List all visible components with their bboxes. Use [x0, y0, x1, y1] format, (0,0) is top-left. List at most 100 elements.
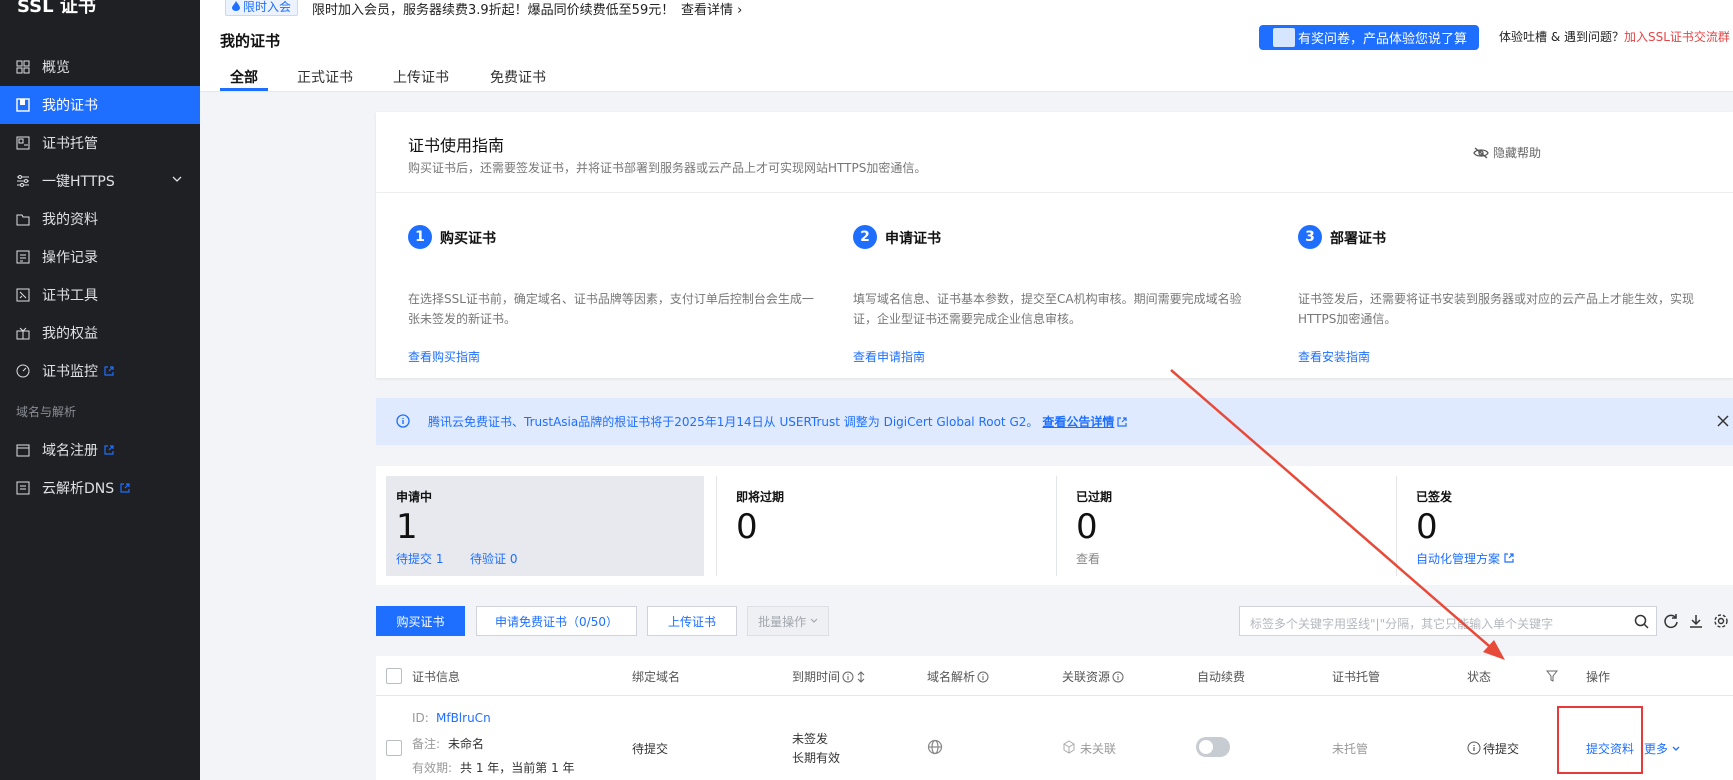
sidebar-item-cert-monitor[interactable]: 证书监控 — [0, 352, 200, 390]
search-input[interactable]: 标签多个关键字用竖线"|"分隔，其它只能输入单个关键字 — [1239, 606, 1657, 636]
sidebar-item-my-materials[interactable]: 我的资料 — [0, 200, 200, 238]
column-header: 证书信息 — [412, 670, 461, 684]
feedback-text: 体验吐槽 & 遇到问题？加入SSL证书交流群 — [1499, 28, 1730, 45]
stat-value: 0 — [1416, 507, 1438, 547]
cert-id-link[interactable]: MfBlruCn — [436, 711, 491, 725]
column-header-label: 关联资源 — [1062, 670, 1111, 684]
stat-divider — [1056, 476, 1057, 576]
sidebar-item-cloud-dns[interactable]: 云解析DNS — [0, 469, 200, 507]
tab-free[interactable]: 免费证书 — [490, 67, 546, 87]
upload-certificate-button[interactable]: 上传证书 — [647, 606, 737, 636]
search-icon[interactable] — [1634, 614, 1649, 629]
tab-official[interactable]: 正式证书 — [297, 67, 353, 87]
batch-operation-label: 批量操作 — [758, 614, 807, 629]
sidebar-item-label: 我的资料 — [42, 212, 98, 228]
buy-certificate-button[interactable]: 购买证书 — [376, 606, 465, 636]
apply-free-certificate-button[interactable]: 申请免费证书（0/50） — [476, 606, 637, 636]
stat-automation-link[interactable]: 自动化管理方案 — [1416, 550, 1514, 567]
stat-label: 即将过期 — [736, 490, 785, 504]
chevron-down-icon — [1672, 746, 1680, 751]
select-all-checkbox[interactable] — [386, 668, 402, 684]
sidebar-item-overview[interactable]: 概览 — [0, 48, 200, 86]
sidebar-item-label: 我的证书 — [42, 98, 98, 114]
column-header-expire[interactable]: 到期时间 — [792, 668, 866, 685]
sidebar-item-my-benefits[interactable]: 我的权益 — [0, 314, 200, 352]
promo-link[interactable]: 查看详情 › — [681, 0, 742, 18]
column-header-dns: 域名解析 — [927, 668, 989, 685]
stat-view-link[interactable]: 查看 — [1076, 550, 1100, 567]
close-icon[interactable] — [1713, 411, 1733, 431]
stat-expired[interactable]: 已过期 0 查看 — [1066, 476, 1384, 576]
hosting-status: 未托管 — [1332, 742, 1369, 756]
step-number: 1 — [408, 225, 432, 249]
stat-pending-verify-link[interactable]: 待验证 0 — [470, 550, 517, 567]
notice-text: 腾讯云免费证书、TrustAsia品牌的根证书将于2025年1月14日从 USE… — [428, 415, 1039, 429]
more-actions-dropdown[interactable]: 更多 — [1644, 740, 1680, 757]
sidebar-section-label: 域名与解析 — [16, 405, 77, 419]
tab-uploaded[interactable]: 上传证书 — [393, 67, 449, 87]
member-badge[interactable]: 限时入会 — [225, 0, 299, 16]
external-link-icon — [104, 445, 114, 455]
step-description: 在选择SSL证书前，确定域名、证书品牌等因素，支付订单后控制台会生成一张未签发的… — [408, 292, 814, 326]
sidebar-item-https[interactable]: 一键HTTPS — [0, 162, 200, 200]
sidebar-item-hosting[interactable]: 证书托管 — [0, 124, 200, 162]
sort-icon[interactable] — [856, 670, 866, 683]
search-placeholder: 标签多个关键字用竖线"|"分隔，其它只能输入单个关键字 — [1250, 617, 1554, 631]
resource-status: 未关联 — [1080, 742, 1117, 756]
feedback-label: 体验吐槽 & 遇到问题？ — [1499, 30, 1624, 44]
certificate-icon — [16, 98, 30, 112]
flame-icon — [232, 1, 240, 11]
auto-renew-toggle[interactable] — [1196, 737, 1230, 757]
survey-label: 有奖问卷，产品体验您说了算 — [1297, 32, 1467, 47]
gift-icon — [16, 327, 30, 340]
sidebar-item-label: 证书托管 — [42, 136, 98, 152]
refresh-icon[interactable] — [1663, 613, 1679, 629]
chevron-down-icon — [810, 618, 818, 623]
notice-banner: 腾讯云免费证书、TrustAsia品牌的根证书将于2025年1月14日从 USE… — [376, 398, 1733, 445]
stat-value: 0 — [736, 507, 758, 547]
sidebar-item-cert-tools[interactable]: 证书工具 — [0, 276, 200, 314]
page-header: 我的证书 有奖问卷，产品体验您说了算 体验吐槽 & 遇到问题？加入SSL证书交流… — [200, 25, 1733, 92]
guide-divider — [376, 192, 1733, 193]
grid-icon — [16, 60, 30, 74]
tab-all[interactable]: 全部 — [230, 67, 258, 87]
dns-icon — [16, 481, 30, 495]
stat-issued[interactable]: 已签发 0 自动化管理方案 — [1406, 476, 1724, 576]
app-root: SSL 证书 概览 我的证书 证书托管 一键HTTPS 我的资料 操作记录 证书… — [0, 0, 1733, 780]
step-link-install-guide[interactable]: 查看安装指南 — [1298, 348, 1370, 365]
globe-icon — [927, 739, 943, 755]
batch-operation-dropdown[interactable]: 批量操作 — [747, 606, 829, 636]
hide-help-button[interactable]: 隐藏帮助 — [1473, 144, 1541, 161]
stat-expiring[interactable]: 即将过期 0 — [726, 476, 1044, 576]
stat-pending-submit-link[interactable]: 待提交 1 — [396, 550, 443, 567]
column-header: 绑定域名 — [632, 670, 681, 684]
step-link-buy-guide[interactable]: 查看购买指南 — [408, 348, 480, 365]
notice-detail-link[interactable]: 查看公告详情 — [1042, 413, 1114, 430]
external-link-icon — [1117, 416, 1128, 427]
download-icon[interactable] — [1688, 613, 1704, 629]
certificate-table: 证书信息 绑定域名 到期时间 域名解析 关联资源 自动续费 证书托管 状态 操作… — [376, 656, 1733, 780]
cert-note: 未命名 — [448, 737, 485, 751]
stat-label: 已过期 — [1076, 490, 1113, 504]
step-link-apply-guide[interactable]: 查看申请指南 — [853, 348, 925, 365]
row-checkbox[interactable] — [386, 740, 402, 756]
sidebar-item-domain-register[interactable]: 域名注册 — [0, 431, 200, 469]
stat-applying[interactable]: 申请中 1 待提交 1 待验证 0 — [386, 476, 704, 576]
survey-banner[interactable]: 有奖问卷，产品体验您说了算 — [1259, 25, 1479, 50]
step-title: 申请证书 — [885, 231, 941, 247]
sidebar-item-my-certificates[interactable]: 我的证书 — [0, 86, 200, 124]
filter-icon[interactable] — [1546, 670, 1558, 682]
stat-value: 0 — [1076, 507, 1098, 547]
settings-gear-icon[interactable] — [1713, 613, 1729, 629]
feedback-group-link[interactable]: 加入SSL证书交流群 — [1624, 30, 1730, 44]
step-description: 证书签发后，还需要将证书安装到服务器或对应的云产品上才能生效，实现HTTPS加密… — [1298, 292, 1695, 326]
annotation-highlight-box — [1557, 706, 1643, 774]
bound-domain: 待提交 — [632, 742, 669, 756]
page-title: 我的证书 — [220, 32, 281, 50]
step-number: 3 — [1298, 225, 1322, 249]
sidebar-item-operation-log[interactable]: 操作记录 — [0, 238, 200, 276]
hosting-icon — [16, 136, 30, 150]
info-circle-icon — [1467, 741, 1481, 755]
column-header: 证书托管 — [1332, 670, 1381, 684]
table-header: 证书信息 绑定域名 到期时间 域名解析 关联资源 自动续费 证书托管 状态 操作 — [376, 656, 1733, 696]
